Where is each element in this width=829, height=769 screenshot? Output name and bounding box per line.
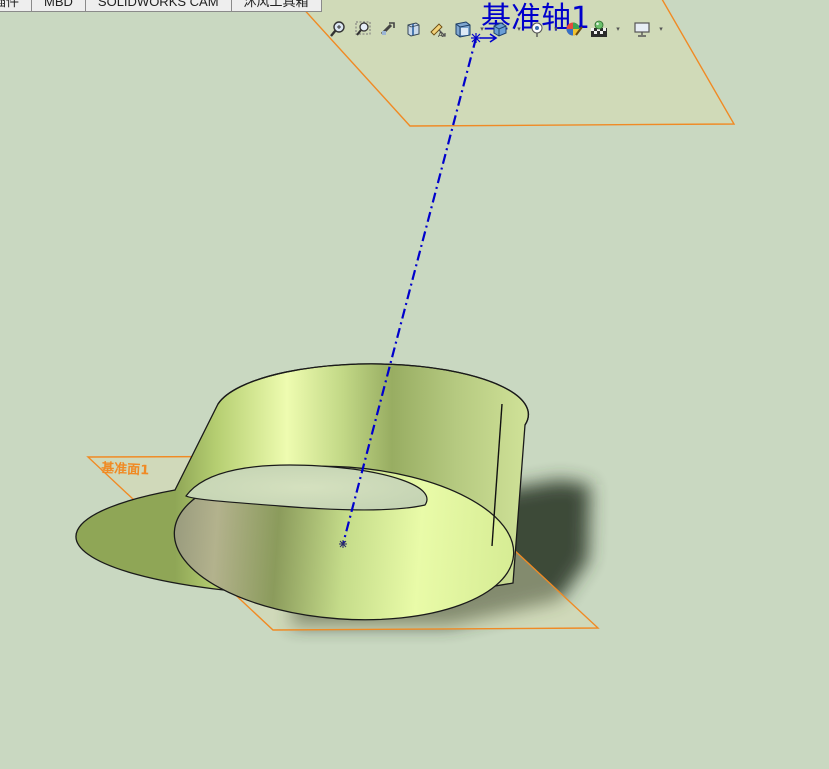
view-orientation-dropdown[interactable]: ▾ [478,19,486,39]
ring-part[interactable] [75,363,530,631]
view-settings-button[interactable] [632,19,652,39]
view-settings-dropdown[interactable]: ▾ [657,19,665,39]
tab-mbd[interactable]: MBD [31,0,86,12]
zoom-to-fit-icon [330,21,345,37]
zoom-to-area-button[interactable] [353,19,373,39]
dynamic-annotation-button[interactable]: A [428,19,448,39]
dynamic-annotation-icon: A [430,23,446,38]
apply-scene-dropdown[interactable]: ▾ [614,19,622,39]
display-style-button[interactable] [490,19,510,39]
edit-appearance-icon [566,22,583,36]
apply-scene-icon [591,20,607,37]
tab-solidworks-cam[interactable]: SOLIDWORKS CAM [84,0,232,12]
zoom-to-fit-button[interactable] [328,19,348,39]
hide-show-items-button[interactable] [527,19,547,39]
display-style-icon [493,22,507,37]
previous-view-icon [380,22,395,36]
graphics-area[interactable]: 基准轴1 基准面1 A ▾ ▾ ▾ ▾ ▾ 件 MBD SOLIDWORKS C… [0,0,829,769]
axis-end-marker-bottom [339,540,347,548]
previous-view-button[interactable] [378,19,398,39]
edit-appearance-button[interactable] [564,19,584,39]
view-orientation-button[interactable] [453,19,473,39]
hide-show-dropdown[interactable]: ▾ [552,19,560,39]
section-view-icon [407,22,420,37]
hide-show-items-icon [531,22,543,37]
display-style-dropdown[interactable]: ▾ [515,19,523,39]
view-orientation-icon [455,21,471,38]
model-scene[interactable]: 基准轴1 基准面1 [0,0,829,769]
section-view-button[interactable] [403,19,423,39]
view-settings-icon [634,22,650,37]
tab-mufeng-toolbox[interactable]: 沐风工具箱 [230,0,322,12]
command-manager-tabs: 插件 MBD SOLIDWORKS CAM 沐风工具箱 [0,0,322,12]
datum-plane-label[interactable]: 基准面1 [100,460,150,479]
zoom-to-area-icon [355,21,371,36]
apply-scene-button[interactable] [589,19,609,39]
tab-addins[interactable]: 插件 [0,0,33,12]
svg-text:A: A [438,32,443,38]
heads-up-view-toolbar: A ▾ ▾ ▾ ▾ ▾ [328,17,669,41]
